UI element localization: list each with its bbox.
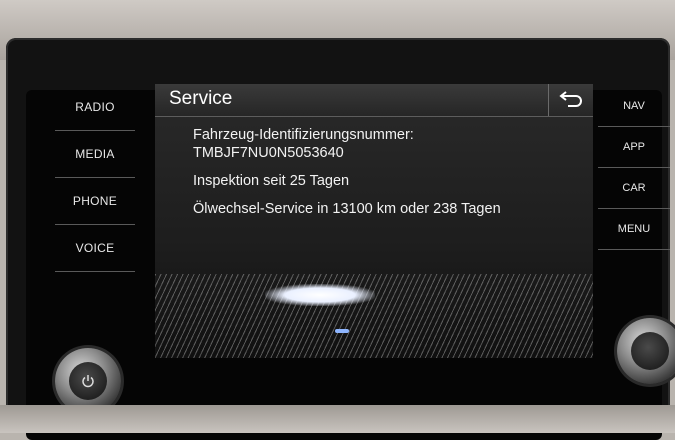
app-button[interactable]: APP — [598, 127, 670, 168]
voice-button[interactable]: VOICE — [55, 225, 135, 272]
power-icon — [82, 375, 94, 388]
title-bar: Service — [155, 84, 593, 117]
inspection-status: Inspektion seit 25 Tagen — [193, 173, 350, 189]
car-button[interactable]: CAR — [598, 168, 670, 209]
media-button[interactable]: MEDIA — [55, 131, 135, 178]
page-title: Service — [169, 88, 233, 109]
vin-value: TMBJF7NU0N5053640 — [193, 145, 344, 161]
menu-button[interactable]: MENU — [598, 209, 670, 250]
dashboard-bottom — [0, 405, 675, 433]
return-arrow-icon — [559, 91, 582, 107]
radio-button[interactable]: RADIO — [55, 84, 135, 131]
nav-button[interactable]: NAV — [598, 86, 670, 127]
service-info: Fahrzeug-Identifizierungsnummer: TMBJF7N… — [193, 126, 583, 218]
phone-button[interactable]: PHONE — [55, 178, 135, 225]
vin-label: Fahrzeug-Identifizierungsnummer: — [193, 127, 414, 143]
indicator-mark — [335, 329, 349, 333]
tuning-knob-icon[interactable] — [617, 318, 675, 384]
touch-screen: Service Fahrzeug-Identifizierungsnummer:… — [155, 84, 593, 358]
light-reflection — [265, 284, 375, 306]
oil-service-status: Ölwechsel-Service in 13100 km oder 238 T… — [193, 201, 501, 217]
left-hardkeys: RADIO MEDIA PHONE VOICE — [55, 84, 135, 272]
back-button[interactable] — [548, 84, 593, 116]
knob-cap-right — [631, 332, 669, 370]
right-hardkeys: NAV APP CAR MENU — [598, 86, 670, 250]
knob-cap — [69, 362, 107, 400]
decorative-stripes — [155, 274, 593, 358]
